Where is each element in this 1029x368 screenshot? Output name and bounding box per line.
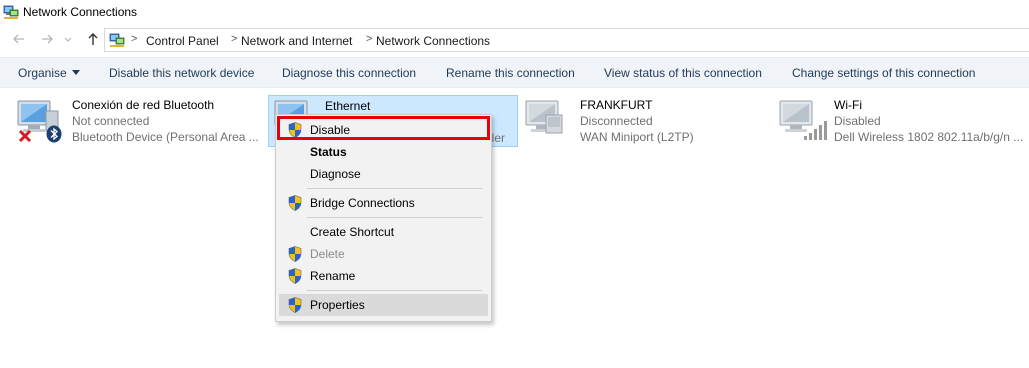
- menu-item-label: Create Shortcut: [310, 225, 395, 239]
- menu-item-status[interactable]: Status: [279, 141, 488, 163]
- uac-shield-icon: [288, 122, 302, 138]
- up-button[interactable]: [84, 32, 102, 48]
- rename-connection-button[interactable]: Rename this connection: [446, 66, 575, 80]
- connection-item-wifi[interactable]: Wi-Fi Disabled Dell Wireless 1802 802.11…: [778, 95, 1028, 147]
- diagnose-connection-button[interactable]: Diagnose this connection: [282, 66, 416, 80]
- uac-shield-icon: [288, 246, 302, 262]
- breadcrumb-network-and-internet[interactable]: Network and Internet: [241, 34, 352, 48]
- chevron-down-icon: [64, 37, 72, 42]
- breadcrumb-control-panel[interactable]: Control Panel: [146, 34, 219, 48]
- connection-item-bluetooth[interactable]: Conexión de red Bluetooth Not connected …: [16, 95, 261, 147]
- menu-item-label: Status: [310, 145, 347, 159]
- menu-separator: [307, 188, 482, 189]
- breadcrumb-separator: >: [131, 33, 138, 45]
- menu-item-bridge-connections[interactable]: Bridge Connections: [279, 192, 488, 214]
- connection-device: Dell Wireless 1802 802.11a/b/g/n ...: [834, 130, 1024, 144]
- menu-item-create-shortcut[interactable]: Create Shortcut: [279, 221, 488, 243]
- menu-separator: [307, 290, 482, 291]
- connection-device: WAN Miniport (L2TP): [580, 130, 694, 144]
- connection-status: Disabled: [834, 114, 881, 128]
- menu-item-properties[interactable]: Properties: [279, 294, 488, 316]
- connection-name: Wi-Fi: [834, 98, 862, 112]
- menu-item-delete: Delete: [279, 243, 488, 265]
- menu-item-label: Delete: [310, 247, 345, 261]
- connection-device: Bluetooth Device (Personal Area ...: [72, 130, 259, 144]
- window-title: Network Connections: [23, 5, 138, 19]
- context-menu: Disable Status Diagnose Bridge Connectio…: [275, 114, 492, 322]
- connection-name: FRANKFURT: [580, 98, 653, 112]
- connection-name: Conexión de red Bluetooth: [72, 98, 215, 112]
- connection-item-frankfurt[interactable]: FRANKFURT Disconnected WAN Miniport (L2T…: [524, 95, 774, 147]
- organise-button[interactable]: Organise: [18, 66, 80, 80]
- menu-separator: [307, 217, 482, 218]
- menu-item-label: Bridge Connections: [310, 196, 415, 210]
- command-bar: Organise Disable this network device Dia…: [0, 57, 1029, 88]
- arrow-right-icon: [42, 34, 53, 44]
- address-row: > Control Panel > Network and Internet >…: [0, 26, 1029, 54]
- menu-item-label: Properties: [310, 298, 365, 312]
- menu-item-label: Diagnose: [310, 167, 361, 181]
- connection-status: Not connected: [72, 114, 150, 128]
- arrow-up-icon: [88, 33, 98, 45]
- change-settings-button[interactable]: Change settings of this connection: [792, 66, 975, 80]
- menu-item-label: Rename: [310, 269, 356, 283]
- breadcrumb-network-connections[interactable]: Network Connections: [376, 34, 490, 48]
- address-bar[interactable]: > Control Panel > Network and Internet >…: [104, 28, 1029, 52]
- breadcrumb-separator: >: [231, 33, 238, 45]
- forward-button[interactable]: [38, 32, 56, 48]
- organise-label: Organise: [18, 66, 67, 80]
- network-connections-icon: [3, 5, 19, 19]
- signal-bars-icon: [804, 121, 827, 140]
- red-x-icon: [18, 129, 32, 143]
- breadcrumb-separator: >: [366, 33, 373, 45]
- back-button[interactable]: [10, 32, 28, 48]
- uac-shield-icon: [288, 297, 302, 313]
- caret-down-icon: [71, 70, 80, 75]
- menu-item-disable[interactable]: Disable: [279, 119, 488, 141]
- menu-item-label: Disable: [310, 123, 351, 137]
- connection-name: Ethernet: [325, 99, 371, 113]
- arrow-left-icon: [13, 34, 24, 44]
- disable-device-button[interactable]: Disable this network device: [109, 66, 254, 80]
- view-status-button[interactable]: View status of this connection: [604, 66, 762, 80]
- network-adapter-icon: [525, 100, 563, 134]
- uac-shield-icon: [288, 195, 302, 211]
- menu-item-diagnose[interactable]: Diagnose: [279, 163, 488, 185]
- menu-item-rename[interactable]: Rename: [279, 265, 488, 287]
- connection-status: Disconnected: [580, 114, 653, 128]
- uac-shield-icon: [288, 268, 302, 284]
- bluetooth-icon: [46, 125, 62, 143]
- recent-locations-button[interactable]: [62, 32, 74, 48]
- control-panel-icon: [109, 33, 125, 47]
- title-bar: Network Connections: [0, 0, 1029, 24]
